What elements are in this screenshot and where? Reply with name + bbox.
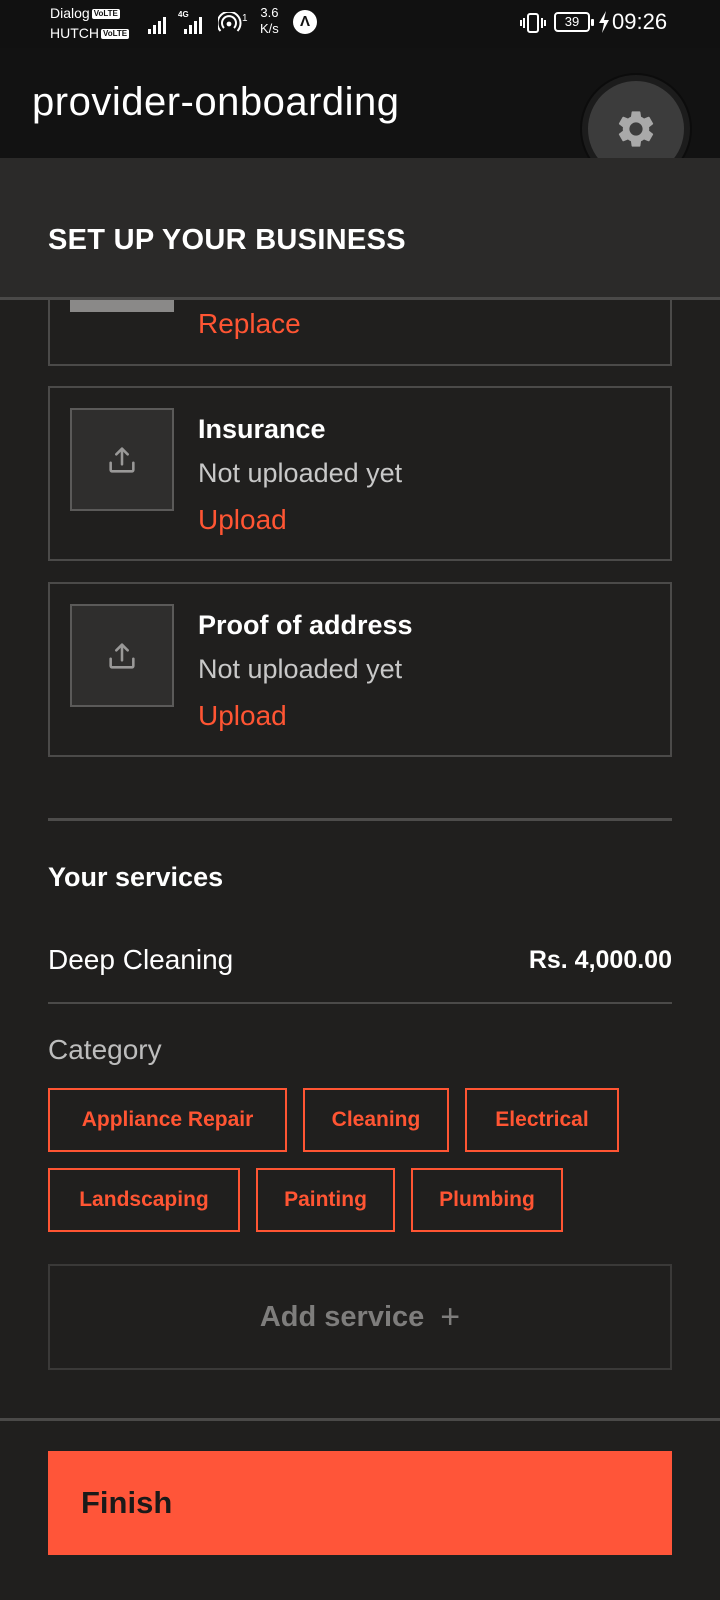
- footer: Finish: [0, 1418, 720, 1600]
- plus-icon: +: [440, 1297, 461, 1336]
- category-chip-plumbing[interactable]: Plumbing: [411, 1168, 563, 1232]
- gear-icon: [618, 111, 654, 147]
- document-card-insurance: Insurance Not uploaded yet Upload: [48, 386, 672, 561]
- category-label: Category: [48, 1034, 162, 1065]
- section-header: SET UP YOUR BUSINESS: [0, 158, 720, 300]
- speed-unit: K/s: [260, 21, 279, 36]
- category-chip-electrical[interactable]: Electrical: [465, 1088, 619, 1152]
- document-thumbnail: [70, 300, 174, 312]
- hotspot-icon: 1: [216, 10, 252, 39]
- upload-link[interactable]: Upload: [198, 698, 287, 734]
- carrier-1: Dialog: [50, 5, 90, 21]
- document-status: Not uploaded yet: [198, 654, 403, 684]
- upload-thumbnail[interactable]: [70, 604, 174, 707]
- category-chip-landscaping[interactable]: Landscaping: [48, 1168, 240, 1232]
- document-card-previous: Replace: [48, 300, 672, 366]
- services-title: Your services: [48, 862, 224, 892]
- document-title: Insurance: [198, 414, 326, 444]
- app-notification-icon: Λ: [293, 10, 317, 34]
- category-chip-painting[interactable]: Painting: [256, 1168, 395, 1232]
- finish-label: Finish: [81, 1485, 173, 1520]
- upload-thumbnail[interactable]: [70, 408, 174, 511]
- status-bar: Dialog VoLTE HUTCH VoLTE 4G 1 3.6 K/s Λ 39…: [0, 0, 720, 48]
- app-bar: provider-onboarding: [0, 48, 720, 177]
- document-title: Proof of address: [198, 610, 413, 640]
- section-title: SET UP YOUR BUSINESS: [48, 224, 406, 256]
- battery-icon: 39: [554, 12, 594, 32]
- add-service-button[interactable]: Add service +: [48, 1264, 672, 1370]
- vibrate-icon: [520, 12, 546, 39]
- upload-link[interactable]: Upload: [198, 502, 287, 538]
- app-title: provider-onboarding: [32, 80, 400, 124]
- volte-badge: VoLTE: [101, 29, 130, 39]
- service-row[interactable]: Deep Cleaning Rs. 4,000.00: [48, 942, 672, 1004]
- upload-icon: [109, 446, 135, 473]
- network-speed: 3.6 K/s: [260, 5, 279, 37]
- service-name: Deep Cleaning: [48, 944, 234, 975]
- carrier-2: HUTCH: [50, 25, 99, 41]
- volte-badge: VoLTE: [91, 9, 120, 19]
- charging-icon: [598, 11, 610, 38]
- document-card-proof-of-address: Proof of address Not uploaded yet Upload: [48, 582, 672, 757]
- upload-icon: [109, 642, 135, 669]
- clock: 09:26: [612, 9, 668, 34]
- document-status: Not uploaded yet: [198, 458, 403, 488]
- category-chip-cleaning[interactable]: Cleaning: [303, 1088, 449, 1152]
- replace-link[interactable]: Replace: [198, 306, 301, 342]
- service-price: Rs. 4,000.00: [528, 946, 672, 974]
- section-divider: [48, 818, 672, 821]
- carrier-info: Dialog VoLTE HUTCH VoLTE: [50, 3, 130, 43]
- category-chip-appliance-repair[interactable]: Appliance Repair: [48, 1088, 287, 1152]
- add-service-label: Add service: [259, 1300, 425, 1333]
- hotspot-count: 1: [242, 13, 248, 24]
- finish-button[interactable]: Finish: [48, 1451, 672, 1555]
- speed-value: 3.6: [260, 5, 279, 20]
- network-type: 4G: [178, 10, 189, 19]
